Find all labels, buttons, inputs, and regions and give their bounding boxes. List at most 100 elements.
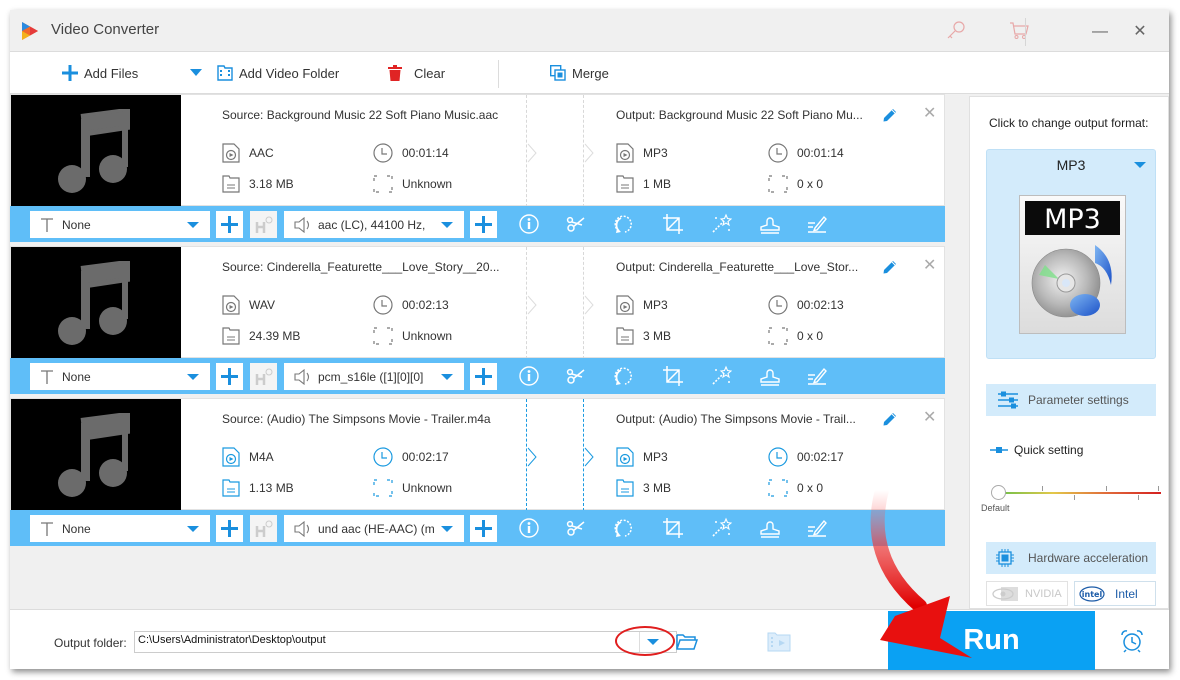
plus-icon — [221, 520, 238, 537]
effects-wand-icon[interactable] — [710, 517, 732, 539]
output-folder-dropdown[interactable] — [639, 632, 675, 652]
scissors-icon[interactable] — [565, 213, 587, 235]
source-duration: 00:02:17 — [373, 447, 449, 467]
rename-pencil-icon[interactable] — [882, 259, 898, 275]
add-subtitle-button[interactable] — [216, 363, 243, 390]
speaker-icon — [294, 520, 310, 537]
rename-pencil-icon[interactable] — [882, 411, 898, 427]
output-size: 3 MB — [616, 327, 671, 345]
file-item[interactable]: Source: Background Music 22 Soft Piano M… — [10, 94, 945, 242]
add-subtitle-button[interactable] — [216, 515, 243, 542]
add-audio-track-button[interactable] — [470, 211, 497, 238]
main-toolbar: Add Files Add Video Folder Clear Merge — [10, 52, 1169, 94]
audio-track-dropdown[interactable]: und aac (HE-AAC) (m — [284, 515, 464, 542]
chevron-right-icon — [527, 295, 537, 315]
effects-wand-icon[interactable] — [710, 213, 732, 235]
nvidia-button[interactable]: NVIDIA — [986, 581, 1068, 606]
plus-icon — [221, 216, 238, 233]
crop-icon[interactable] — [662, 517, 684, 539]
text-t-icon — [41, 369, 53, 384]
audio-track-dropdown[interactable]: pcm_s16le ([1][0][0] — [284, 363, 464, 390]
output-size-value: 3 MB — [643, 329, 672, 343]
clear-button[interactable]: Clear — [388, 62, 445, 84]
intel-button[interactable]: intel Intel — [1074, 581, 1156, 606]
merge-output-icon[interactable] — [767, 632, 791, 652]
resolution-icon — [768, 175, 788, 193]
info-icon[interactable] — [518, 517, 540, 539]
close-button[interactable]: ✕ — [1125, 20, 1155, 44]
resolution-icon — [768, 327, 788, 345]
file-size-icon — [222, 479, 240, 497]
intel-label: Intel — [1115, 586, 1138, 601]
source-size-value: 3.18 MB — [249, 177, 294, 191]
hardsub-button[interactable] — [250, 515, 277, 542]
info-icon[interactable] — [518, 365, 540, 387]
add-files-button[interactable]: Add Files — [62, 62, 138, 84]
alarm-clock-icon[interactable] — [1120, 629, 1144, 653]
subtitle-dropdown[interactable]: None — [30, 363, 210, 390]
effects-wand-icon[interactable] — [710, 365, 732, 387]
quality-slider[interactable]: Default — [981, 485, 1161, 525]
remove-item-button[interactable]: ✕ — [923, 255, 936, 275]
audio-track-value: und aac (HE-AAC) (m — [318, 521, 435, 536]
watermark-stamp-icon[interactable] — [759, 213, 781, 235]
hardsub-button[interactable] — [250, 211, 277, 238]
chevron-down-icon — [187, 222, 199, 228]
file-item[interactable]: Source: Cinderella_Featurette___Love_Sto… — [10, 246, 945, 394]
add-audio-track-button[interactable] — [470, 515, 497, 542]
media-file-icon — [616, 295, 634, 315]
add-files-dropdown[interactable] — [190, 62, 202, 84]
thumbnail — [11, 399, 181, 511]
open-folder-icon[interactable] — [676, 633, 698, 651]
file-item-body: Source: (Audio) The Simpsons Movie - Tra… — [10, 398, 945, 511]
add-subtitle-button[interactable] — [216, 211, 243, 238]
scissors-icon[interactable] — [565, 365, 587, 387]
cart-icon[interactable] — [1008, 19, 1030, 41]
minimize-button[interactable]: — — [1085, 20, 1115, 44]
remove-item-button[interactable]: ✕ — [923, 103, 936, 123]
output-title: Output: Background Music 22 Soft Piano M… — [616, 108, 863, 122]
rotate-icon[interactable] — [614, 213, 636, 235]
source-title: Source: Cinderella_Featurette___Love_Sto… — [222, 260, 500, 274]
slider-knob[interactable] — [991, 485, 1006, 500]
audio-track-dropdown[interactable]: aac (LC), 44100 Hz, — [284, 211, 464, 238]
output-folder-input[interactable]: C:\Users\Administrator\Desktop\output — [134, 631, 677, 653]
remove-item-button[interactable]: ✕ — [923, 407, 936, 427]
edit-subtitle-icon[interactable] — [806, 365, 828, 387]
subtitle-dropdown[interactable]: None — [30, 211, 210, 238]
output-format-selector[interactable]: MP3 MP3 — [986, 149, 1156, 359]
hardsub-button[interactable] — [250, 363, 277, 390]
info-icon[interactable] — [518, 213, 540, 235]
source-resolution-value: Unknown — [402, 177, 453, 191]
key-icon[interactable] — [945, 19, 967, 41]
rotate-icon[interactable] — [614, 365, 636, 387]
add-audio-track-button[interactable] — [470, 363, 497, 390]
watermark-stamp-icon[interactable] — [759, 365, 781, 387]
file-item[interactable]: Source: (Audio) The Simpsons Movie - Tra… — [10, 398, 945, 546]
quick-setting-icon — [990, 447, 1008, 453]
media-file-icon — [222, 447, 240, 467]
rotate-icon[interactable] — [614, 517, 636, 539]
edit-subtitle-icon[interactable] — [806, 517, 828, 539]
crop-icon[interactable] — [662, 365, 684, 387]
source-format-value: WAV — [249, 298, 275, 312]
rename-pencil-icon[interactable] — [882, 107, 898, 123]
output-resolution-value: 0 x 0 — [797, 481, 824, 495]
selected-format-name: MP3 — [1056, 157, 1086, 173]
merge-button[interactable]: Merge — [550, 62, 609, 84]
subtitle-dropdown[interactable]: None — [30, 515, 210, 542]
add-video-folder-button[interactable]: Add Video Folder — [217, 62, 339, 84]
hardware-acceleration-button[interactable]: Hardware acceleration — [986, 542, 1156, 574]
edit-subtitle-icon[interactable] — [806, 213, 828, 235]
scissors-icon[interactable] — [565, 517, 587, 539]
crop-icon[interactable] — [662, 213, 684, 235]
clear-label: Clear — [414, 65, 446, 81]
output-format-value: MP3 — [643, 450, 668, 464]
file-list: Source: Background Music 22 Soft Piano M… — [10, 94, 945, 609]
run-button[interactable]: Run — [888, 611, 1095, 670]
watermark-stamp-icon[interactable] — [759, 517, 781, 539]
slider-default-label: Default — [981, 503, 1010, 513]
music-note-icon — [58, 109, 130, 193]
parameter-settings-button[interactable]: Parameter settings — [986, 384, 1156, 416]
output-format-value: MP3 — [643, 298, 668, 312]
